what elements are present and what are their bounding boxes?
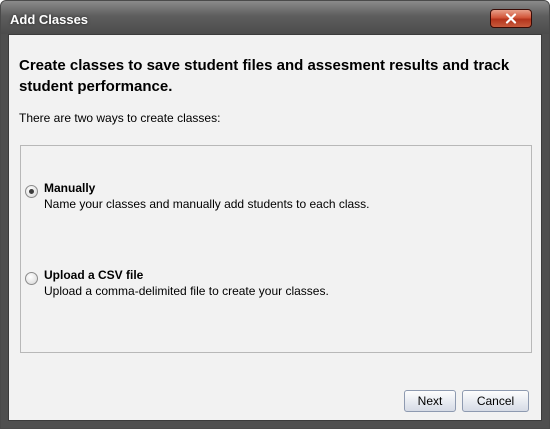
radio-selected-dot: [29, 189, 34, 194]
intro-text: There are two ways to create classes:: [19, 111, 221, 125]
window-title: Add Classes: [10, 12, 89, 27]
option-upload-csv[interactable]: Upload a CSV file Upload a comma-delimit…: [25, 267, 505, 301]
option-description-manually: Name your classes and manually add stude…: [44, 197, 370, 211]
next-button[interactable]: Next: [404, 390, 456, 412]
close-x-icon: [505, 13, 517, 24]
option-title-manually: Manually: [44, 181, 96, 195]
close-button[interactable]: [490, 9, 532, 28]
manually-radio[interactable]: [25, 185, 38, 198]
upload-csv-radio[interactable]: [25, 272, 38, 285]
option-title-upload-csv: Upload a CSV file: [44, 268, 144, 282]
option-manually[interactable]: Manually Name your classes and manually …: [25, 180, 505, 214]
dialog-content: Create classes to save student files and…: [8, 34, 542, 421]
option-description-upload-csv: Upload a comma-delimited file to create …: [44, 284, 329, 298]
title-bar[interactable]: Add Classes: [1, 1, 549, 34]
dialog-heading: Create classes to save student files and…: [19, 57, 510, 95]
cancel-button[interactable]: Cancel: [462, 390, 529, 412]
creation-options-panel: Manually Name your classes and manually …: [20, 145, 532, 353]
add-classes-dialog: Add Classes Create classes to save stude…: [0, 0, 550, 429]
